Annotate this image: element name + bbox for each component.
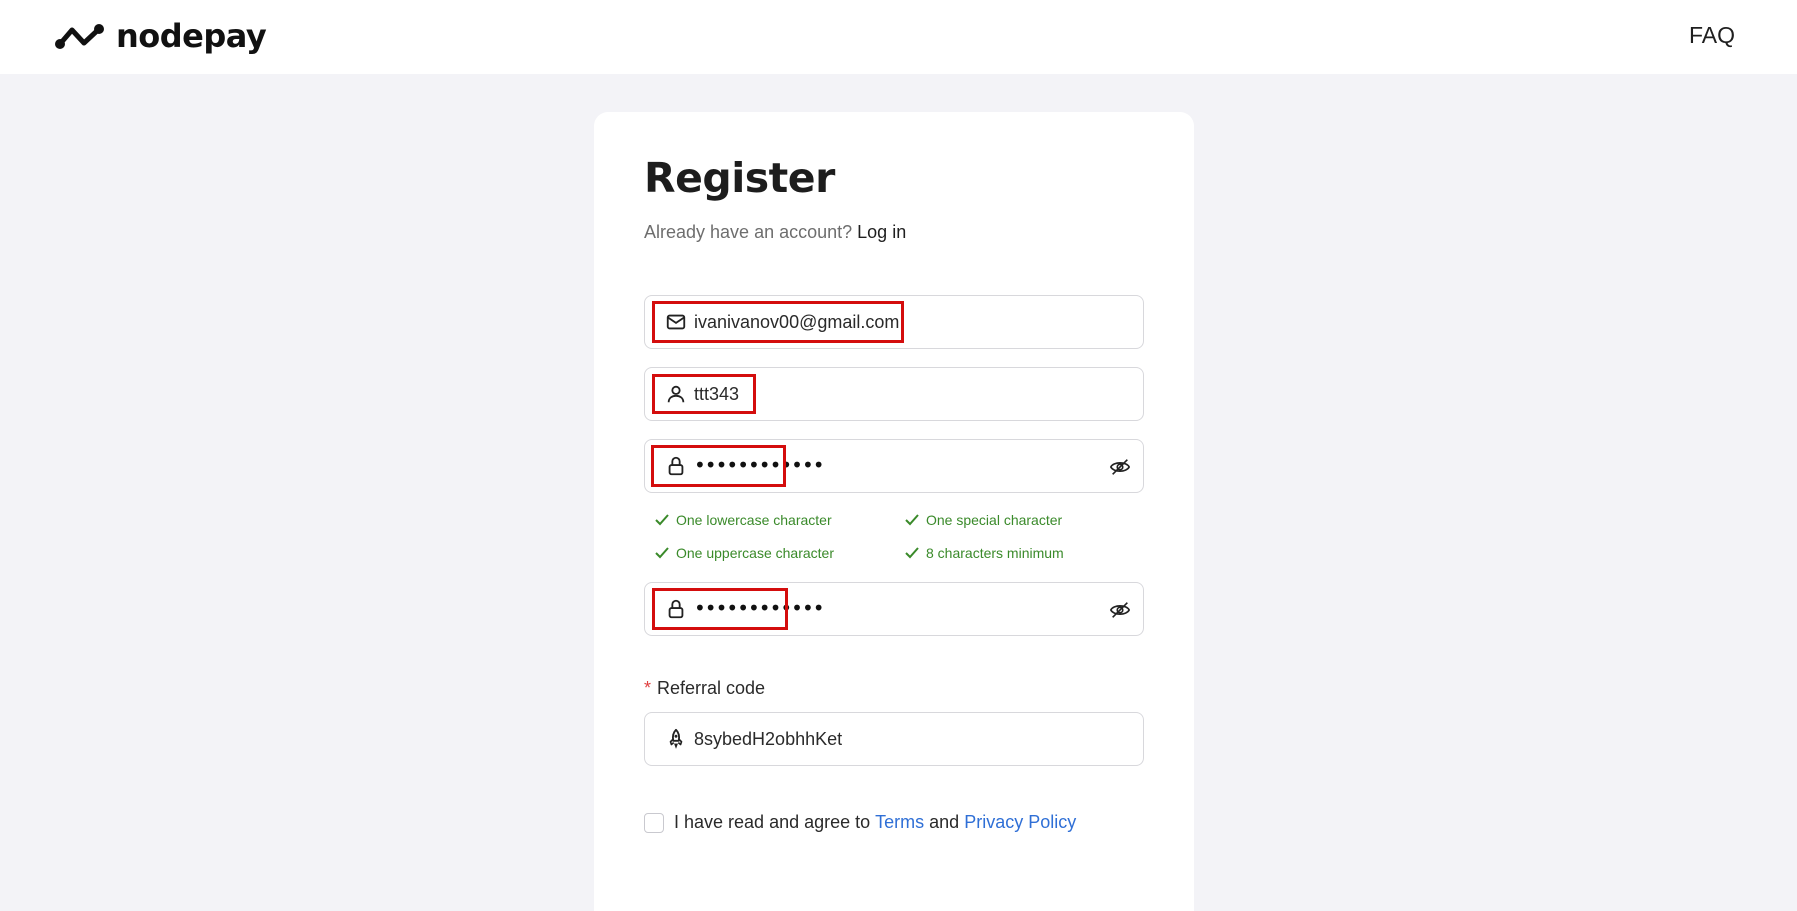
referral-code-value: 8sybedH2obhhKet <box>694 729 843 749</box>
login-prompt-text: Already have an account? <box>644 222 858 242</box>
agree-and-text: and <box>924 812 965 832</box>
confirm-password-field[interactable]: •••••••••••• <box>644 582 1144 636</box>
logo-text: nodepay <box>116 17 267 55</box>
terms-checkbox[interactable] <box>644 812 664 833</box>
nodepay-logo[interactable]: nodepay <box>54 16 267 56</box>
username-field[interactable]: ttt343 <box>644 367 1144 421</box>
faq-link[interactable]: FAQ <box>1689 22 1735 49</box>
page-title: Register <box>644 154 835 202</box>
login-link[interactable]: Log in <box>857 222 906 242</box>
password-value: •••••••••••• <box>694 453 825 477</box>
email-value: ivanivanov00@gmail.com <box>694 312 900 332</box>
mail-icon <box>666 314 686 330</box>
requirement-label: One lowercase character <box>676 512 832 528</box>
eye-off-icon[interactable] <box>1109 599 1131 621</box>
login-prompt: Already have an account? Log in <box>644 222 906 243</box>
password-field[interactable]: •••••••••••• <box>644 439 1144 493</box>
requirement-special: One special character <box>904 512 1062 528</box>
lock-icon <box>668 456 684 476</box>
eye-off-icon[interactable] <box>1109 456 1131 478</box>
check-icon <box>905 547 919 559</box>
top-navbar: nodepay FAQ <box>0 0 1797 74</box>
lock-icon <box>668 599 684 619</box>
email-field[interactable]: ivanivanov00@gmail.com <box>644 295 1144 349</box>
requirement-lowercase: One lowercase character <box>654 512 832 528</box>
check-icon <box>905 514 919 526</box>
requirement-label: 8 characters minimum <box>926 545 1064 561</box>
register-card: Register Already have an account? Log in… <box>594 112 1194 911</box>
username-value: ttt343 <box>694 384 740 404</box>
required-mark: * <box>644 678 652 698</box>
requirement-length: 8 characters minimum <box>904 545 1064 561</box>
referral-label: * Referral code <box>644 678 765 699</box>
check-icon <box>655 514 669 526</box>
referral-label-text: Referral code <box>657 678 766 698</box>
requirement-uppercase: One uppercase character <box>654 545 834 561</box>
privacy-policy-link[interactable]: Privacy Policy <box>964 812 1076 833</box>
confirm-password-value: •••••••••••• <box>694 596 825 620</box>
requirement-label: One special character <box>926 512 1063 528</box>
rocket-icon <box>669 728 683 749</box>
user-icon <box>667 385 685 403</box>
terms-link[interactable]: Terms <box>875 812 924 833</box>
nodepay-logo-icon <box>55 24 104 49</box>
referral-code-field[interactable]: 8sybedH2obhhKet <box>644 712 1144 766</box>
check-icon <box>655 547 669 559</box>
terms-agreement-row: I have read and agree to Terms and Priva… <box>644 812 1076 833</box>
agree-text: I have read and agree to <box>674 812 876 832</box>
requirement-label: One uppercase character <box>676 545 834 561</box>
